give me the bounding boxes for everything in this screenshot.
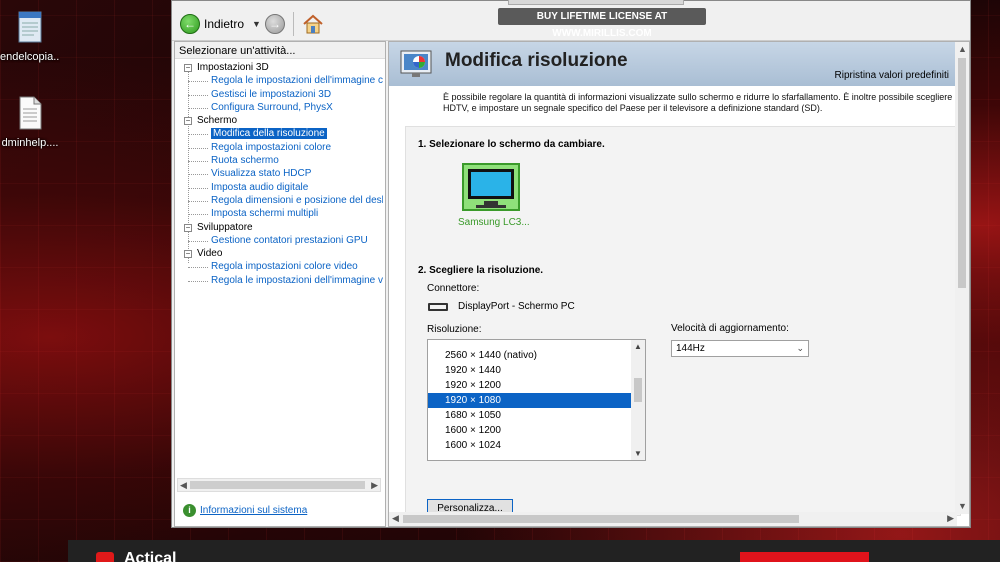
notepad-icon bbox=[18, 11, 42, 43]
recorder-controls[interactable] bbox=[508, 0, 684, 5]
settings-panel: 1. Selezionare lo schermo da cambiare. S… bbox=[405, 126, 961, 519]
resolution-label: Risoluzione: bbox=[427, 324, 482, 335]
tree-item[interactable]: Regola impostazioni colore bbox=[175, 141, 383, 154]
resolution-list[interactable]: 2560 × 1440 (nativo) 1920 × 1440 1920 × … bbox=[427, 339, 646, 461]
tree-item[interactable]: Imposta audio digitale bbox=[175, 181, 383, 194]
resolution-option[interactable]: 1920 × 1440 bbox=[428, 363, 631, 378]
content-vertical-scrollbar[interactable]: ▲ ▼ bbox=[955, 42, 969, 514]
home-icon[interactable] bbox=[302, 14, 324, 34]
resolution-option-selected[interactable]: 1920 × 1080 bbox=[428, 393, 631, 408]
history-dropdown-icon[interactable]: ▼ bbox=[252, 19, 261, 29]
tree-item[interactable]: Configura Surround, PhysX bbox=[175, 101, 383, 114]
tree-category-sviluppatore[interactable]: − Sviluppatore bbox=[175, 221, 383, 234]
info-icon: i bbox=[183, 504, 196, 517]
connector-label: Connettore: bbox=[427, 283, 480, 294]
resolution-option[interactable]: 1680 × 1050 bbox=[428, 408, 631, 423]
tree-item[interactable]: Regola dimensioni e posizione del deskto… bbox=[175, 194, 383, 207]
text-file-icon bbox=[19, 96, 42, 130]
scroll-down-icon[interactable]: ▼ bbox=[634, 449, 642, 458]
page-title: Modifica risoluzione bbox=[445, 50, 628, 71]
chevron-down-icon: ⌄ bbox=[796, 343, 804, 353]
collapse-icon[interactable]: − bbox=[184, 117, 192, 126]
tree-category-video[interactable]: − Video bbox=[175, 247, 383, 260]
resolution-option[interactable]: 1920 × 1200 bbox=[428, 378, 631, 393]
tree-item[interactable]: Visualizza stato HDCP bbox=[175, 167, 383, 180]
task-tree: − Impostazioni 3D Regola le impostazioni… bbox=[175, 59, 383, 477]
tree-item-selected[interactable]: Modifica della risoluzione bbox=[175, 127, 383, 140]
resolution-option[interactable]: 2560 × 1440 (nativo) bbox=[428, 348, 631, 363]
scroll-right-icon[interactable]: ▶ bbox=[371, 479, 378, 491]
system-info-link[interactable]: Informazioni sul sistema bbox=[200, 505, 307, 516]
section-select-display: 1. Selezionare lo schermo da cambiare. bbox=[418, 139, 605, 150]
collapse-icon[interactable]: − bbox=[184, 223, 192, 232]
nvidia-control-panel-window: ← Indietro ▼ → BUY LIFETIME LICENSE AT W… bbox=[171, 0, 971, 528]
system-info[interactable]: i Informazioni sul sistema bbox=[183, 504, 307, 517]
mirillis-banner: BUY LIFETIME LICENSE AT WWW.MIRILLIS.COM bbox=[498, 8, 706, 39]
task-pane-header: Selezionare un'attività... bbox=[175, 42, 385, 59]
back-button[interactable]: ← Indietro bbox=[180, 13, 244, 34]
refresh-rate-label: Velocità di aggiornamento: bbox=[671, 323, 789, 334]
displayport-icon bbox=[428, 303, 448, 311]
desktop-icon-1[interactable]: endelcopia... bbox=[0, 10, 60, 63]
scroll-up-icon[interactable]: ▲ bbox=[958, 43, 967, 55]
back-arrow-icon: ← bbox=[180, 13, 200, 34]
monitor-icon[interactable] bbox=[462, 163, 520, 215]
scroll-right-icon[interactable]: ▶ bbox=[947, 512, 954, 524]
tree-item[interactable]: Imposta schermi multipli bbox=[175, 207, 383, 220]
recorder-bar: Actical bbox=[68, 540, 1000, 562]
forward-arrow-icon[interactable]: → bbox=[264, 13, 285, 34]
display-name[interactable]: Samsung LC3... bbox=[458, 217, 530, 228]
tree-category-schermo[interactable]: − Schermo bbox=[175, 114, 383, 127]
tree-horizontal-scrollbar[interactable]: ◀ ▶ bbox=[177, 478, 381, 492]
scroll-left-icon[interactable]: ◀ bbox=[392, 512, 399, 524]
page-description: È possibile regolare la quantità di info… bbox=[443, 92, 961, 113]
scroll-down-icon[interactable]: ▼ bbox=[958, 500, 967, 512]
tree-item[interactable]: Regola le impostazioni dell'immagine vid… bbox=[175, 274, 383, 287]
tree-item[interactable]: Ruota schermo bbox=[175, 154, 383, 167]
recorder-app-name: Actical bbox=[124, 550, 177, 562]
action-logo-icon bbox=[96, 552, 114, 562]
tree-item[interactable]: Regola impostazioni colore video bbox=[175, 260, 383, 273]
display-settings-icon bbox=[400, 50, 432, 77]
desktop-icon-2[interactable]: dminhelp.... bbox=[0, 96, 60, 149]
scroll-left-icon[interactable]: ◀ bbox=[180, 479, 187, 491]
tree-category-3d[interactable]: − Impostazioni 3D bbox=[175, 61, 383, 74]
connector-value: DisplayPort - Schermo PC bbox=[458, 301, 575, 312]
collapse-icon[interactable]: − bbox=[184, 250, 192, 259]
refresh-rate-select[interactable]: 144Hz ⌄ bbox=[671, 340, 809, 357]
task-tree-pane: Selezionare un'attività... − Impostazion… bbox=[174, 41, 386, 527]
tree-item[interactable]: Regola le impostazioni dell'immagine con… bbox=[175, 74, 383, 87]
tree-item[interactable]: Gestione contatori prestazioni GPU bbox=[175, 234, 383, 247]
page-header: Modifica risoluzione Ripristina valori p… bbox=[389, 42, 969, 86]
tree-item[interactable]: Gestisci le impostazioni 3D bbox=[175, 88, 383, 101]
collapse-icon[interactable]: − bbox=[184, 64, 192, 72]
resolution-option[interactable]: 1600 × 1024 bbox=[428, 438, 631, 453]
restore-defaults-link[interactable]: Ripristina valori predefiniti bbox=[835, 70, 950, 81]
content-horizontal-scrollbar[interactable]: ◀ ▶ bbox=[389, 512, 957, 526]
recorder-red-button[interactable] bbox=[740, 552, 869, 562]
section-choose-resolution: 2. Scegliere la risoluzione. bbox=[418, 265, 544, 276]
content-pane: Modifica risoluzione Ripristina valori p… bbox=[388, 41, 970, 527]
resolution-option[interactable]: 1600 × 1200 bbox=[428, 423, 631, 438]
scroll-up-icon[interactable]: ▲ bbox=[634, 342, 642, 351]
resolution-list-scrollbar[interactable]: ▲ ▼ bbox=[631, 340, 645, 460]
